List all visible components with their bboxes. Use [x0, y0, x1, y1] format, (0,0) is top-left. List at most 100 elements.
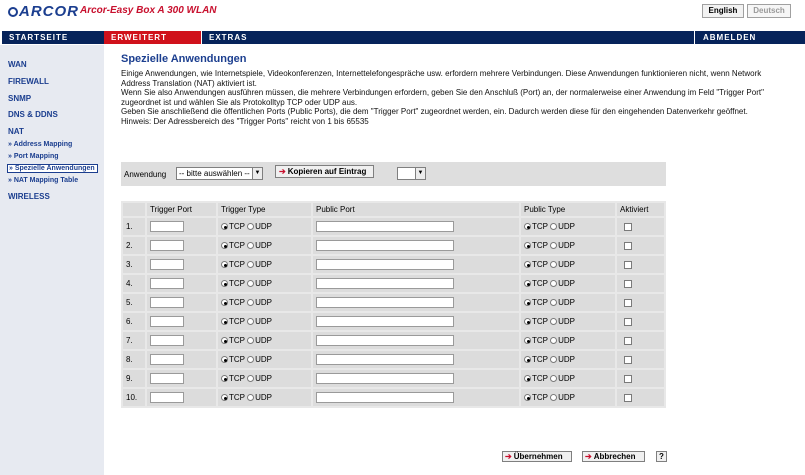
aktiviert-checkbox[interactable]	[624, 355, 632, 364]
trigger-udp-radio[interactable]	[247, 375, 255, 382]
nav-erweitert[interactable]: ERWEITERT	[104, 31, 201, 44]
aktiviert-checkbox[interactable]	[624, 260, 632, 269]
trigger-port-input[interactable]	[150, 278, 184, 289]
sidebar-item-spezielle-anwendungen[interactable]: » Spezielle Anwendungen	[7, 164, 98, 173]
sidebar-item-wan[interactable]: WAN	[8, 60, 27, 69]
intro-text: Einige Anwendungen, wie Internetspiele, …	[121, 69, 791, 127]
public-tcp-radio[interactable]	[524, 223, 531, 230]
trigger-udp-radio[interactable]	[247, 337, 255, 344]
application-select[interactable]: -- bitte auswählen -- ▼	[176, 167, 263, 180]
public-port-input[interactable]	[316, 316, 454, 327]
trigger-tcp-radio[interactable]	[221, 337, 228, 344]
aktiviert-checkbox[interactable]	[624, 298, 632, 307]
public-port-input[interactable]	[316, 354, 454, 365]
udp-label: UDP	[558, 336, 575, 345]
public-port-input[interactable]	[316, 335, 454, 346]
public-tcp-radio[interactable]	[524, 337, 531, 344]
public-tcp-radio[interactable]	[524, 261, 531, 268]
trigger-udp-radio[interactable]	[247, 299, 255, 306]
sidebar-item-nat[interactable]: NAT	[8, 127, 24, 136]
public-tcp-radio[interactable]	[524, 299, 531, 306]
trigger-port-input[interactable]	[150, 297, 184, 308]
trigger-tcp-radio[interactable]	[221, 299, 228, 306]
trigger-tcp-radio[interactable]	[221, 318, 228, 325]
aktiviert-checkbox[interactable]	[624, 393, 632, 402]
trigger-udp-radio[interactable]	[247, 223, 255, 230]
public-port-input[interactable]	[316, 240, 454, 251]
nav-abmelden[interactable]: ABMELDEN	[694, 31, 805, 44]
public-port-input[interactable]	[316, 221, 454, 232]
trigger-tcp-radio[interactable]	[221, 223, 228, 230]
trigger-udp-radio[interactable]	[247, 261, 255, 268]
trigger-port-input[interactable]	[150, 259, 184, 270]
sidebar-item-port-mapping[interactable]: » Port Mapping	[8, 153, 59, 160]
lang-english-button[interactable]: English	[702, 4, 744, 18]
public-port-input[interactable]	[316, 373, 454, 384]
public-udp-radio[interactable]	[550, 299, 558, 306]
trigger-port-input[interactable]	[150, 221, 184, 232]
sidebar-item-firewall[interactable]: FIREWALL	[8, 77, 49, 86]
row-number: 10.	[123, 389, 145, 406]
public-udp-radio[interactable]	[550, 242, 558, 249]
public-tcp-radio[interactable]	[524, 242, 531, 249]
trigger-tcp-radio[interactable]	[221, 280, 228, 287]
public-udp-radio[interactable]	[550, 280, 558, 287]
public-udp-radio[interactable]	[550, 318, 558, 325]
aktiviert-checkbox[interactable]	[624, 336, 632, 345]
sidebar-item-wireless[interactable]: WIRELESS	[8, 192, 50, 201]
sidebar-item-nat-mapping-table[interactable]: » NAT Mapping Table	[8, 177, 78, 184]
trigger-port-input[interactable]	[150, 392, 184, 403]
trigger-port-input[interactable]	[150, 354, 184, 365]
entry-select[interactable]: ▼	[397, 167, 426, 180]
public-udp-radio[interactable]	[550, 337, 558, 344]
public-port-input[interactable]	[316, 278, 454, 289]
aktiviert-checkbox[interactable]	[624, 222, 632, 231]
help-button[interactable]: ?	[656, 451, 667, 462]
public-udp-radio[interactable]	[550, 394, 558, 401]
trigger-udp-radio[interactable]	[247, 280, 255, 287]
trigger-udp-radio[interactable]	[247, 356, 255, 363]
trigger-tcp-radio[interactable]	[221, 375, 228, 382]
aktiviert-checkbox[interactable]	[624, 279, 632, 288]
public-port-cell	[313, 370, 519, 387]
public-port-cell	[313, 256, 519, 273]
apply-button[interactable]: ➔ Übernehmen	[502, 451, 572, 462]
trigger-tcp-radio[interactable]	[221, 242, 228, 249]
public-type-cell: TCP UDP	[521, 389, 615, 406]
lang-deutsch-button[interactable]: Deutsch	[747, 4, 791, 18]
aktiviert-checkbox[interactable]	[624, 374, 632, 383]
trigger-udp-radio[interactable]	[247, 318, 255, 325]
aktiviert-checkbox[interactable]	[624, 317, 632, 326]
sidebar-item-address-mapping[interactable]: » Address Mapping	[8, 141, 72, 148]
public-tcp-radio[interactable]	[524, 394, 531, 401]
trigger-port-input[interactable]	[150, 316, 184, 327]
public-udp-radio[interactable]	[550, 356, 558, 363]
trigger-tcp-radio[interactable]	[221, 356, 228, 363]
trigger-port-input[interactable]	[150, 240, 184, 251]
public-port-input[interactable]	[316, 259, 454, 270]
trigger-udp-radio[interactable]	[247, 394, 255, 401]
aktiviert-checkbox[interactable]	[624, 241, 632, 250]
cancel-button[interactable]: ➔ Abbrechen	[582, 451, 645, 462]
nav-extras[interactable]: EXTRAS	[201, 31, 341, 44]
public-tcp-radio[interactable]	[524, 280, 531, 287]
nav-startseite[interactable]: STARTSEITE	[0, 31, 104, 44]
trigger-tcp-radio[interactable]	[221, 394, 228, 401]
public-tcp-radio[interactable]	[524, 318, 531, 325]
public-udp-radio[interactable]	[550, 261, 558, 268]
public-tcp-radio[interactable]	[524, 356, 531, 363]
copy-to-entry-button[interactable]: ➔ Kopieren auf Eintrag	[275, 165, 374, 178]
trigger-port-input[interactable]	[150, 373, 184, 384]
public-port-input[interactable]	[316, 392, 454, 403]
trigger-udp-radio[interactable]	[247, 242, 255, 249]
table-row: 1. TCP UDP TCP UDP	[123, 218, 664, 235]
public-tcp-radio[interactable]	[524, 375, 531, 382]
sidebar-item-snmp[interactable]: SNMP	[8, 94, 31, 103]
public-udp-radio[interactable]	[550, 223, 558, 230]
public-udp-radio[interactable]	[550, 375, 558, 382]
trigger-tcp-radio[interactable]	[221, 261, 228, 268]
public-port-input[interactable]	[316, 297, 454, 308]
trigger-port-input[interactable]	[150, 335, 184, 346]
sidebar-item-dns[interactable]: DNS & DDNS	[8, 110, 58, 119]
tcp-label: TCP	[532, 298, 548, 307]
